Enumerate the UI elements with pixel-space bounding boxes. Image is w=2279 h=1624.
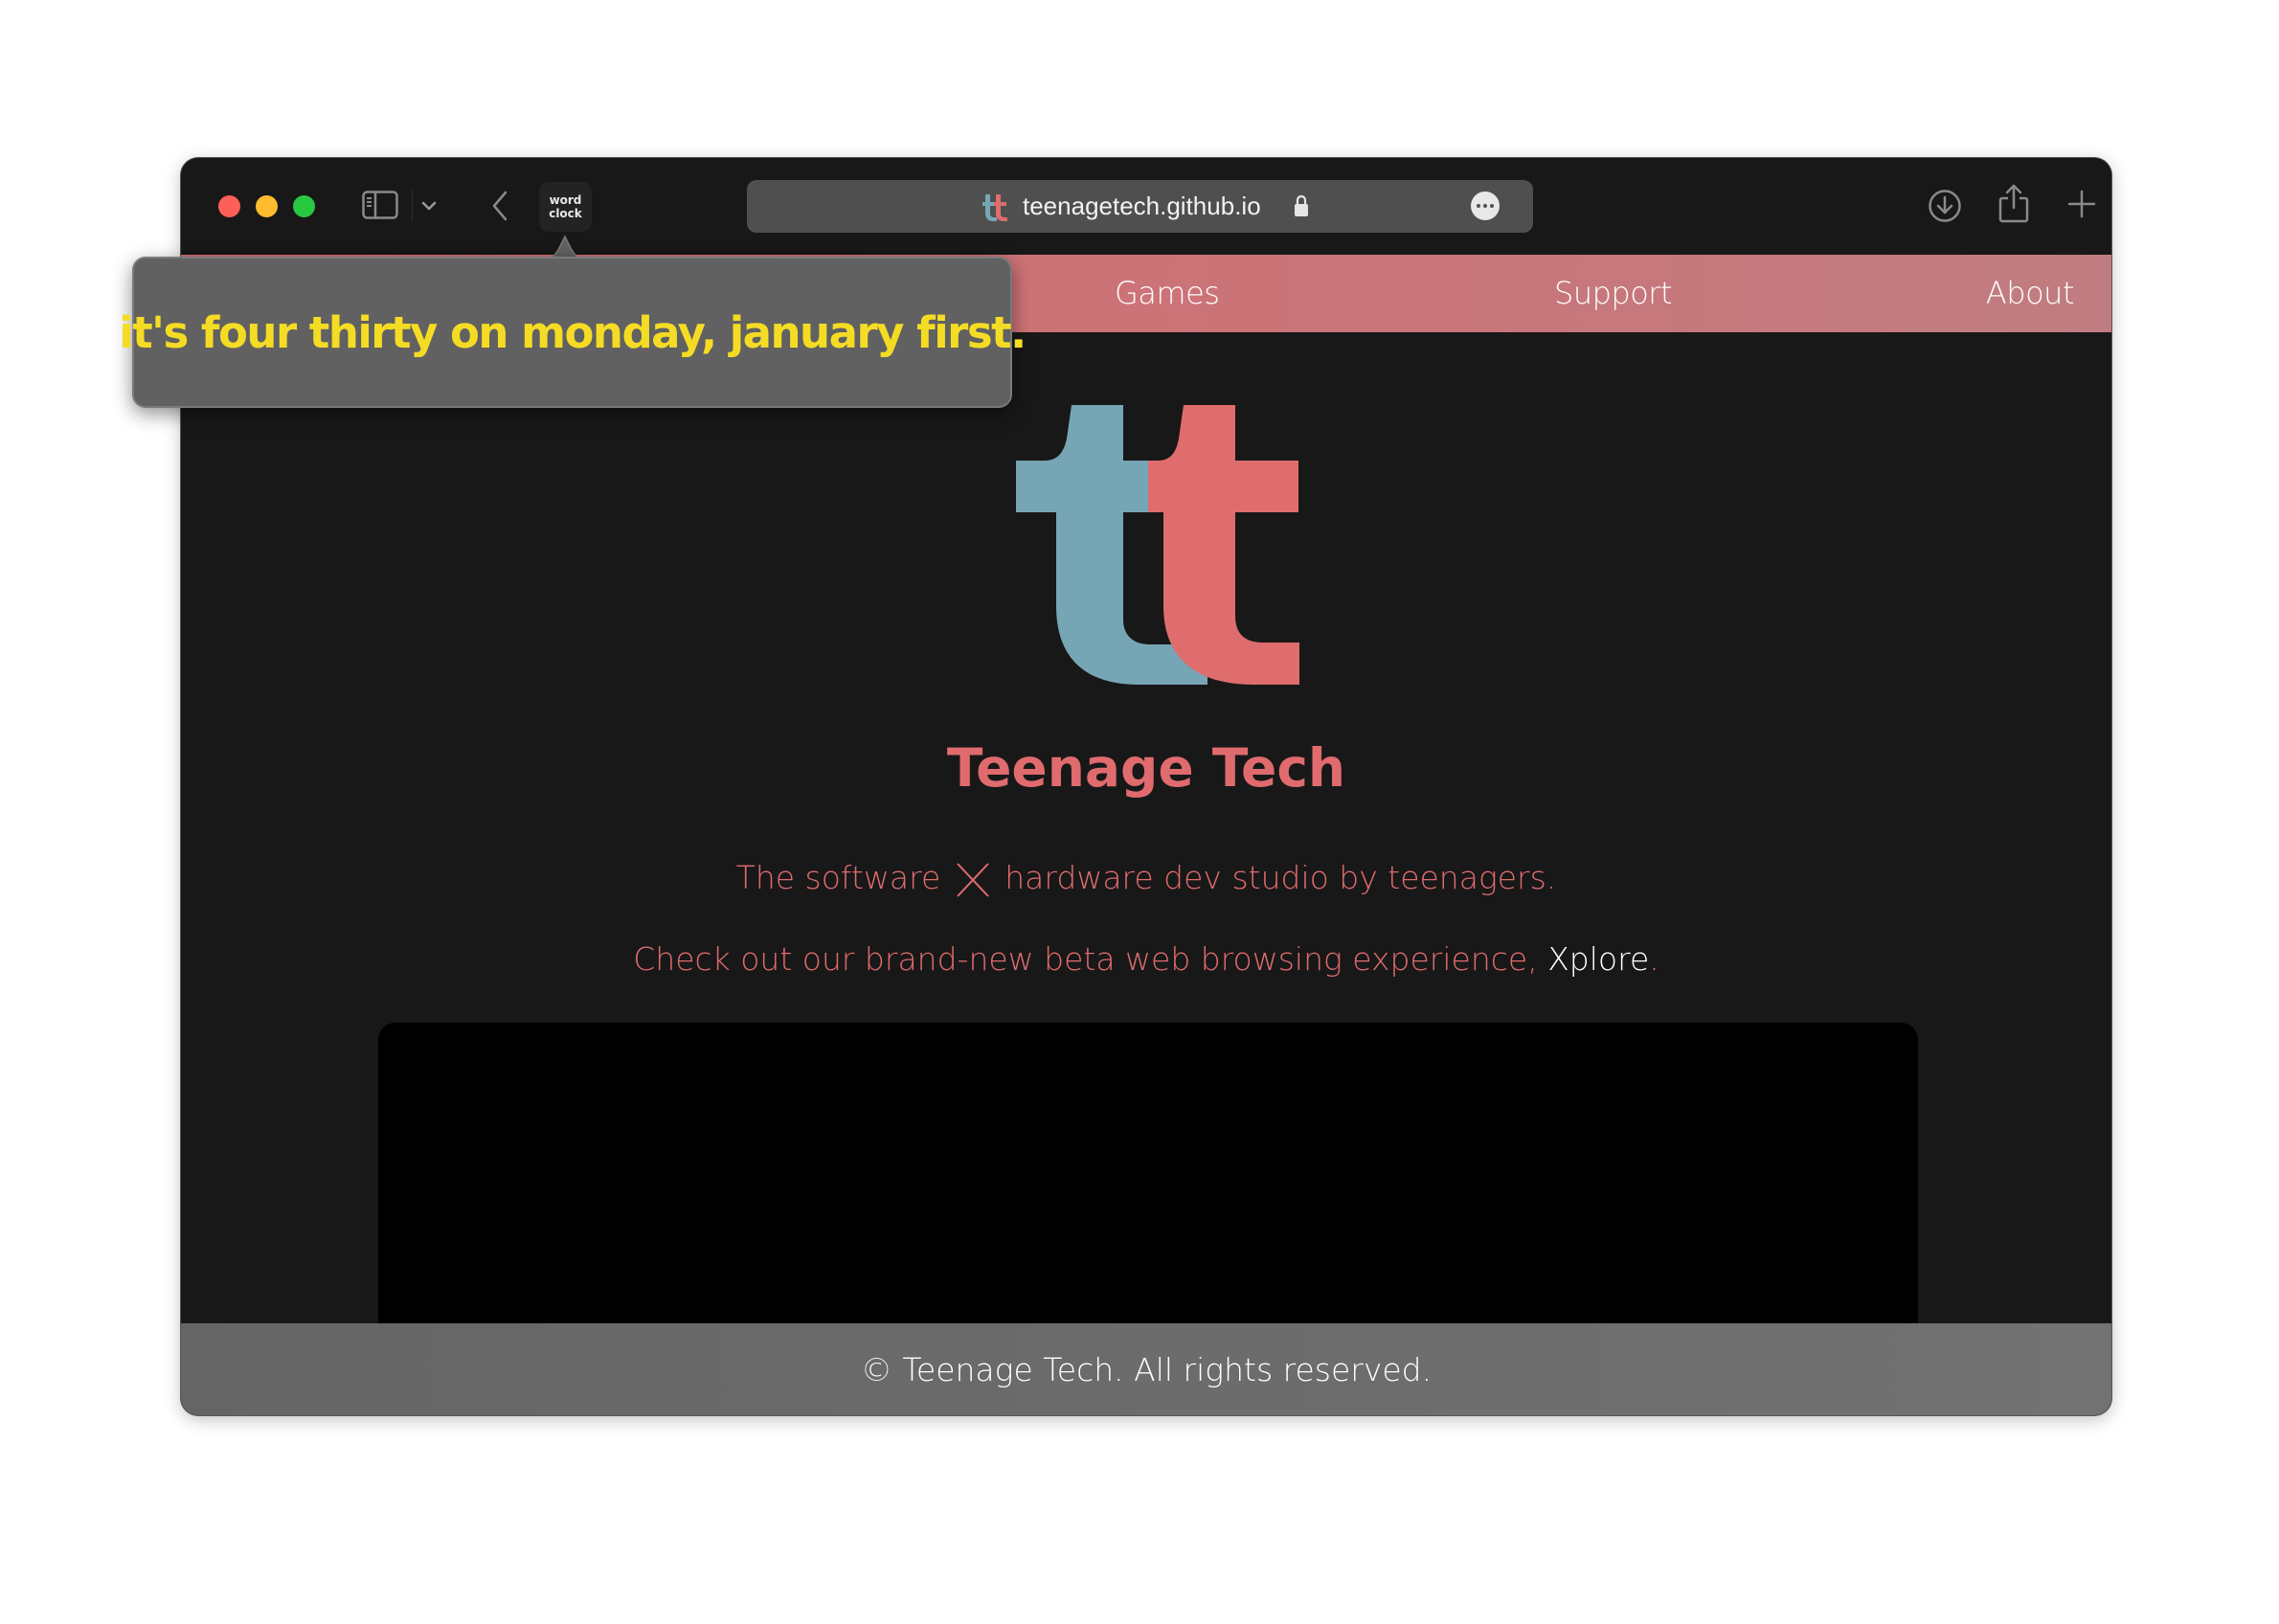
page-menu-button[interactable] [1471, 192, 1500, 220]
share-icon [1998, 184, 2029, 223]
share-button[interactable] [1997, 182, 2030, 224]
maximize-window-button[interactable] [293, 195, 315, 217]
sidebar-icon [362, 191, 398, 219]
page-content: Teenage Tech The software hardware dev s… [181, 332, 2111, 1329]
site-tagline: The software hardware dev studio by teen… [181, 859, 2111, 899]
nav-link-support[interactable]: Support [1554, 274, 1673, 312]
nav-link-about[interactable]: About [1986, 274, 2075, 312]
clock-message: it's four thirty on monday, january firs… [119, 306, 1027, 358]
word-clock-extension-button[interactable]: word clock [539, 182, 592, 232]
extension-label-line2: clock [549, 207, 582, 220]
xplore-link[interactable]: Xplore [1547, 940, 1649, 978]
downloads-button[interactable] [1927, 188, 1963, 224]
lock-icon [1295, 194, 1308, 216]
chevron-left-icon [492, 191, 508, 221]
site-footer: © Teenage Tech. All rights reserved. [181, 1323, 2111, 1415]
minimize-window-button[interactable] [256, 195, 278, 217]
promo-line: Check out our brand-new beta web browsin… [181, 940, 2111, 979]
tagline-part1: The software [735, 859, 941, 896]
copyright-text: © Teenage Tech. All rights reserved. [860, 1350, 1433, 1388]
browser-toolbar: word clock teenagetech.github.io [181, 158, 2111, 255]
ellipsis-dot [1483, 204, 1487, 208]
promo-end: . [1649, 940, 1659, 978]
download-icon [1929, 190, 1961, 222]
close-window-button[interactable] [218, 195, 240, 217]
url-text: teenagetech.github.io [1023, 192, 1261, 220]
tagline-part2: hardware dev studio by teenagers. [1004, 859, 1557, 896]
cross-icon [957, 862, 989, 897]
promo-text: Check out our brand-new beta web browsin… [633, 940, 1538, 978]
ellipsis-dot [1477, 204, 1480, 208]
nav-link-games[interactable]: Games [1115, 274, 1220, 312]
plus-icon [2067, 190, 2096, 218]
toolbar-divider [412, 190, 413, 222]
ellipsis-dot [1490, 204, 1494, 208]
new-tab-button[interactable] [2065, 188, 2098, 220]
word-clock-popover: it's four thirty on monday, january firs… [119, 257, 1027, 408]
chevron-down-icon [421, 201, 437, 211]
extension-label-line1: word [549, 193, 582, 207]
logo-red-t [1148, 405, 1299, 685]
address-bar[interactable]: teenagetech.github.io [747, 180, 1533, 233]
sidebar-menu-button[interactable] [417, 194, 440, 217]
back-button[interactable] [485, 189, 514, 223]
site-title: Teenage Tech [946, 737, 1346, 799]
teenage-tech-logo [1016, 405, 1299, 685]
site-favicon-icon [982, 194, 1007, 221]
video-embed[interactable] [378, 1023, 1918, 1329]
sidebar-toggle-button[interactable] [362, 190, 398, 220]
